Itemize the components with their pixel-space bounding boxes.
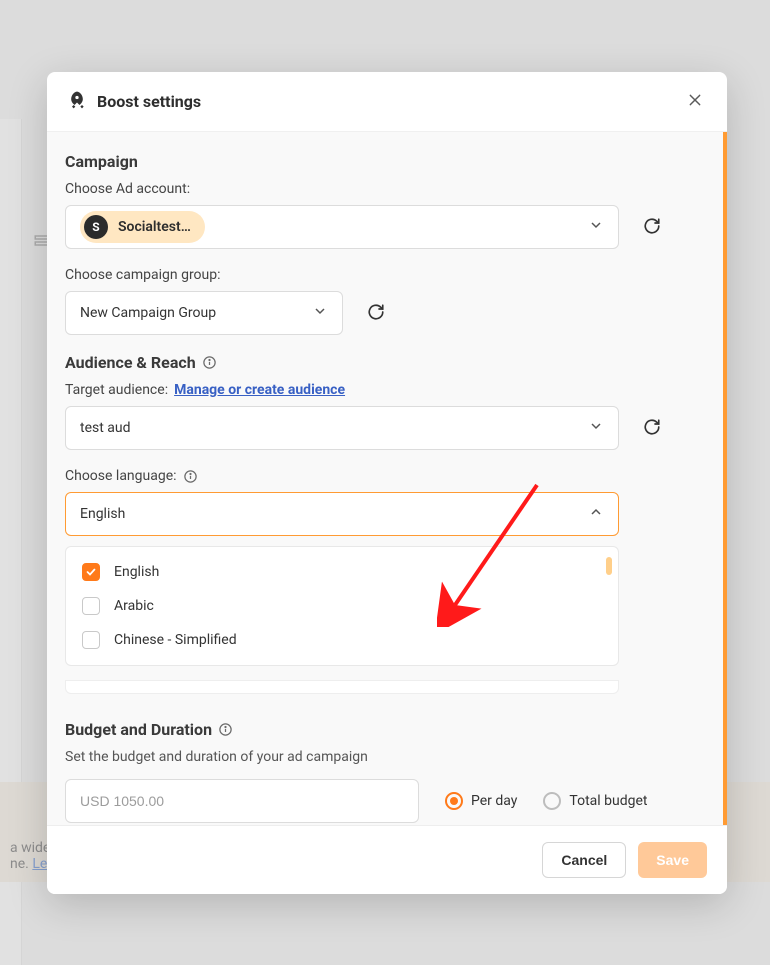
scrollbar-thumb[interactable] bbox=[606, 557, 612, 575]
language-option-arabic[interactable]: Arabic bbox=[72, 589, 612, 623]
close-icon bbox=[687, 96, 703, 111]
language-label-text: Choose language: bbox=[65, 468, 177, 484]
boost-settings-modal: Boost settings Campaign Choose Ad accoun… bbox=[47, 72, 727, 894]
language-label: Choose language: bbox=[65, 468, 705, 484]
language-select[interactable]: English bbox=[65, 492, 619, 536]
budget-desc: Set the budget and duration of your ad c… bbox=[65, 749, 705, 765]
option-label: English bbox=[114, 564, 159, 580]
language-dropdown-panel: English Arabic Chinese - Simplified bbox=[65, 546, 619, 666]
option-label: Chinese - Simplified bbox=[114, 632, 237, 648]
modal-footer: Cancel Save bbox=[47, 825, 727, 894]
total-budget-label: Total budget bbox=[569, 793, 647, 809]
modal-header: Boost settings bbox=[47, 72, 727, 132]
ad-account-select[interactable]: S Socialtest… bbox=[65, 205, 619, 249]
info-icon bbox=[218, 722, 233, 737]
target-audience-value: test aud bbox=[80, 420, 131, 436]
budget-heading-text: Budget and Duration bbox=[65, 720, 212, 739]
audience-heading: Audience & Reach bbox=[65, 353, 705, 372]
save-button[interactable]: Save bbox=[638, 842, 707, 878]
language-value: English bbox=[80, 506, 125, 522]
budget-amount-input[interactable] bbox=[65, 779, 419, 823]
total-budget-radio[interactable]: Total budget bbox=[543, 792, 647, 810]
language-option-chinese[interactable]: Chinese - Simplified bbox=[72, 623, 612, 657]
chip-avatar: S bbox=[84, 215, 108, 239]
refresh-audience-button[interactable] bbox=[637, 412, 667, 445]
chevron-down-icon bbox=[312, 303, 328, 323]
campaign-group-select[interactable]: New Campaign Group bbox=[65, 291, 343, 335]
ad-account-chip: S Socialtest… bbox=[80, 211, 205, 243]
refresh-campaign-group-button[interactable] bbox=[361, 297, 391, 330]
target-audience-label-text: Target audience: bbox=[65, 382, 168, 398]
checkbox-checked bbox=[82, 563, 100, 581]
refresh-icon bbox=[643, 424, 661, 439]
audience-heading-text: Audience & Reach bbox=[65, 353, 196, 372]
cancel-button[interactable]: Cancel bbox=[542, 842, 626, 878]
option-label: Arabic bbox=[114, 598, 154, 614]
manage-audience-link[interactable]: Manage or create audience bbox=[174, 382, 345, 398]
per-day-label: Per day bbox=[471, 793, 517, 809]
chevron-down-icon bbox=[588, 217, 604, 237]
panel-below-dropdown bbox=[65, 680, 619, 694]
rocket-icon bbox=[67, 90, 87, 114]
target-audience-select[interactable]: test aud bbox=[65, 406, 619, 450]
refresh-icon bbox=[643, 223, 661, 238]
refresh-icon bbox=[367, 309, 385, 324]
info-icon bbox=[202, 355, 217, 370]
campaign-group-value: New Campaign Group bbox=[80, 305, 216, 321]
target-audience-label: Target audience: Manage or create audien… bbox=[65, 382, 705, 398]
campaign-group-label: Choose campaign group: bbox=[65, 267, 705, 283]
modal-body: Campaign Choose Ad account: S Socialtest… bbox=[47, 132, 727, 825]
chevron-up-icon bbox=[588, 504, 604, 524]
refresh-ad-account-button[interactable] bbox=[637, 211, 667, 244]
language-option-english[interactable]: English bbox=[72, 555, 612, 589]
radio-unselected bbox=[543, 792, 561, 810]
chevron-down-icon bbox=[588, 418, 604, 438]
close-button[interactable] bbox=[683, 88, 707, 115]
chip-text: Socialtest… bbox=[118, 219, 191, 235]
ad-account-label: Choose Ad account: bbox=[65, 181, 705, 197]
per-day-radio[interactable]: Per day bbox=[445, 792, 517, 810]
radio-selected bbox=[445, 792, 463, 810]
checkbox-unchecked bbox=[82, 597, 100, 615]
modal-title: Boost settings bbox=[97, 92, 201, 111]
campaign-heading: Campaign bbox=[65, 152, 705, 171]
info-icon bbox=[183, 469, 198, 484]
budget-heading: Budget and Duration bbox=[65, 720, 705, 739]
checkbox-unchecked bbox=[82, 631, 100, 649]
